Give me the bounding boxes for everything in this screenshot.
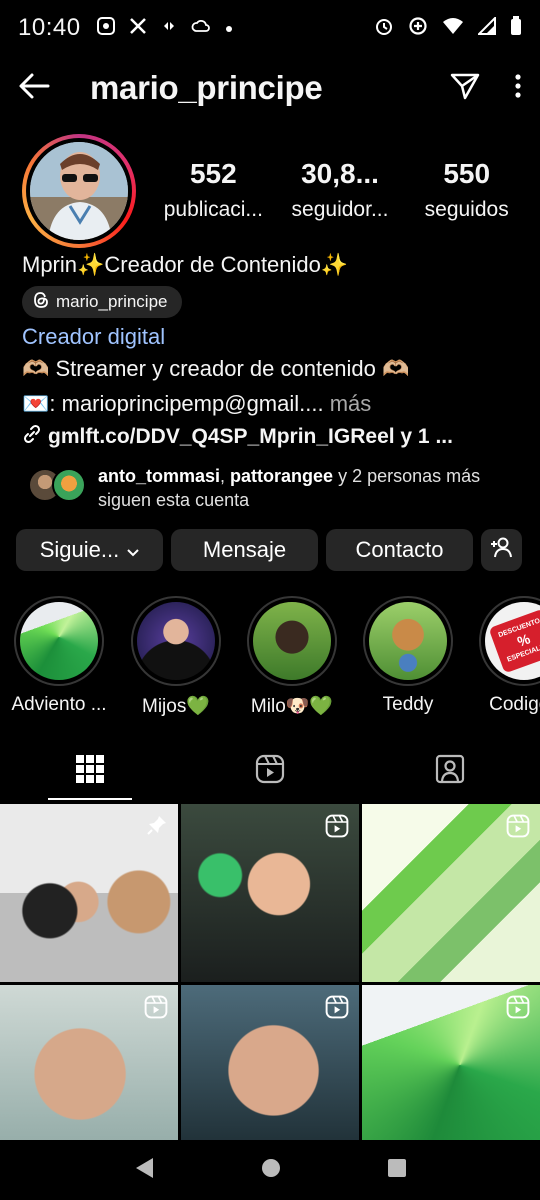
bio-email-text: 💌: marioprincipemp@gmail.... (22, 391, 324, 416)
stat-posts-label: publicaci... (163, 198, 263, 221)
reel-badge-icon (144, 995, 168, 1024)
tab-reels[interactable] (180, 740, 360, 802)
add-person-icon (490, 536, 514, 564)
grid-post[interactable] (181, 985, 359, 1163)
battery-icon (510, 15, 522, 41)
stat-followers-value: 30,8... (301, 158, 379, 189)
profile-category: Creador digital (22, 324, 166, 349)
threads-icon (32, 291, 50, 314)
grid-post[interactable] (0, 804, 178, 982)
share-send-icon[interactable] (450, 72, 480, 105)
highlight-codigos[interactable]: DESCUENTO % ESPECIALES Codigos (466, 596, 540, 716)
avatar (52, 468, 86, 502)
grid-post[interactable] (181, 804, 359, 982)
status-time: 10:40 (18, 14, 81, 41)
stat-posts[interactable]: 552 publicaci... (150, 158, 277, 222)
highlight-mijos[interactable]: Mijos💚 (118, 596, 234, 718)
mutual-followers[interactable]: anto_tommasi, pattorangee y 2 personas m… (28, 464, 520, 512)
page-title: mario_principe (90, 69, 323, 106)
profile-avatar-story-ring[interactable] (22, 134, 136, 248)
tab-posts-grid[interactable] (0, 740, 180, 802)
grid-post[interactable] (362, 985, 540, 1163)
posts-grid (0, 804, 540, 1163)
stat-following-label: seguidos (424, 198, 509, 221)
signal-icon (476, 15, 496, 40)
nav-recents-icon[interactable] (387, 1158, 407, 1183)
data-icon (161, 18, 177, 39)
status-bar: 10:40 (0, 0, 540, 56)
tagged-person-icon (435, 754, 465, 789)
highlight-cover (20, 602, 98, 680)
grid-post[interactable] (0, 985, 178, 1163)
grid-icon (76, 754, 104, 788)
highlight-label: Milo🐶💚 (250, 696, 334, 717)
status-left-icons (96, 16, 233, 40)
header-actions (450, 72, 522, 105)
bio-more-link[interactable]: más (330, 391, 372, 416)
threads-badge[interactable]: mario_principe (22, 286, 182, 318)
dot-icon (225, 18, 233, 38)
wifi-icon (442, 17, 464, 40)
x-app-icon (129, 17, 147, 40)
profile-actions: Siguie... Mensaje Contacto (16, 529, 524, 571)
profile-content-tabs (0, 740, 540, 802)
reel-badge-icon (506, 995, 530, 1024)
bio-line-email: 💌: marioprincipemp@gmail.... más (22, 391, 371, 417)
reel-badge-icon (325, 995, 349, 1024)
grid-post[interactable] (362, 804, 540, 982)
highlight-cover (137, 602, 215, 680)
more-options-icon[interactable] (514, 73, 522, 104)
back-arrow-icon[interactable] (18, 72, 50, 105)
stat-following[interactable]: 550 seguidos (403, 158, 530, 222)
link-icon (22, 424, 42, 450)
stat-followers[interactable]: 30,8... seguidor... (277, 158, 404, 222)
highlight-label: Codigos (489, 694, 540, 715)
system-navigation-bar (0, 1140, 540, 1200)
bio-link[interactable]: gmlft.co/DDV_Q4SP_Mprin_IGReel y 1 ... (22, 424, 453, 450)
highlight-cover (369, 602, 447, 680)
highlight-label: Teddy (382, 694, 434, 715)
profile-stats: 552 publicaci... 30,8... seguidor... 550… (150, 158, 530, 222)
tab-tagged[interactable] (360, 740, 540, 802)
stat-following-value: 550 (443, 158, 491, 189)
alarm-icon (374, 16, 394, 41)
reel-badge-icon (325, 814, 349, 843)
chevron-down-icon (127, 537, 139, 563)
cloud-icon (191, 18, 211, 39)
reels-icon (255, 754, 285, 789)
profile-header: mario_principe (0, 56, 540, 120)
status-right-icons (374, 15, 522, 41)
avatar (30, 142, 128, 240)
stat-posts-value: 552 (189, 158, 237, 189)
bio-display-name: Mprin✨Creador de Contenido✨ (22, 252, 349, 277)
contact-button[interactable]: Contacto (326, 529, 473, 571)
mutual-follower-name: anto_tommasi (98, 466, 221, 486)
story-highlights: Adviento ... Mijos💚 Milo🐶💚 Teddy DESCUEN… (0, 596, 540, 720)
following-button[interactable]: Siguie... (16, 529, 163, 571)
reel-badge-icon (506, 814, 530, 843)
discount-tag-icon: DESCUENTO % ESPECIALES (485, 602, 540, 680)
stat-followers-label: seguidor... (291, 198, 389, 221)
mutual-follower-name: pattorangee (230, 466, 334, 486)
bio-link-text: gmlft.co/DDV_Q4SP_Mprin_IGReel y 1 ... (48, 425, 453, 448)
mutual-follower-avatars (28, 468, 86, 504)
mutual-followers-text: anto_tommasi, pattorangee y 2 personas m… (98, 466, 481, 510)
data-saver-icon (408, 16, 428, 41)
highlight-label: Mijos💚 (142, 696, 210, 717)
highlight-label: Adviento ... (11, 694, 107, 715)
message-button[interactable]: Mensaje (171, 529, 318, 571)
pin-icon (146, 814, 168, 841)
bio-line-streamer: 🫶🏼 Streamer y creador de contenido 🫶🏼 (22, 356, 410, 381)
suggested-people-button[interactable] (481, 529, 522, 571)
following-button-label: Siguie... (39, 537, 120, 562)
music-app-icon (96, 16, 115, 40)
threads-handle: mario_principe (56, 292, 168, 311)
nav-back-icon[interactable] (133, 1156, 155, 1185)
highlight-adviento[interactable]: Adviento ... (1, 596, 117, 716)
highlight-teddy[interactable]: Teddy (350, 596, 466, 716)
nav-home-icon[interactable] (260, 1157, 282, 1184)
highlight-cover (253, 602, 331, 680)
highlight-milo[interactable]: Milo🐶💚 (234, 596, 350, 718)
